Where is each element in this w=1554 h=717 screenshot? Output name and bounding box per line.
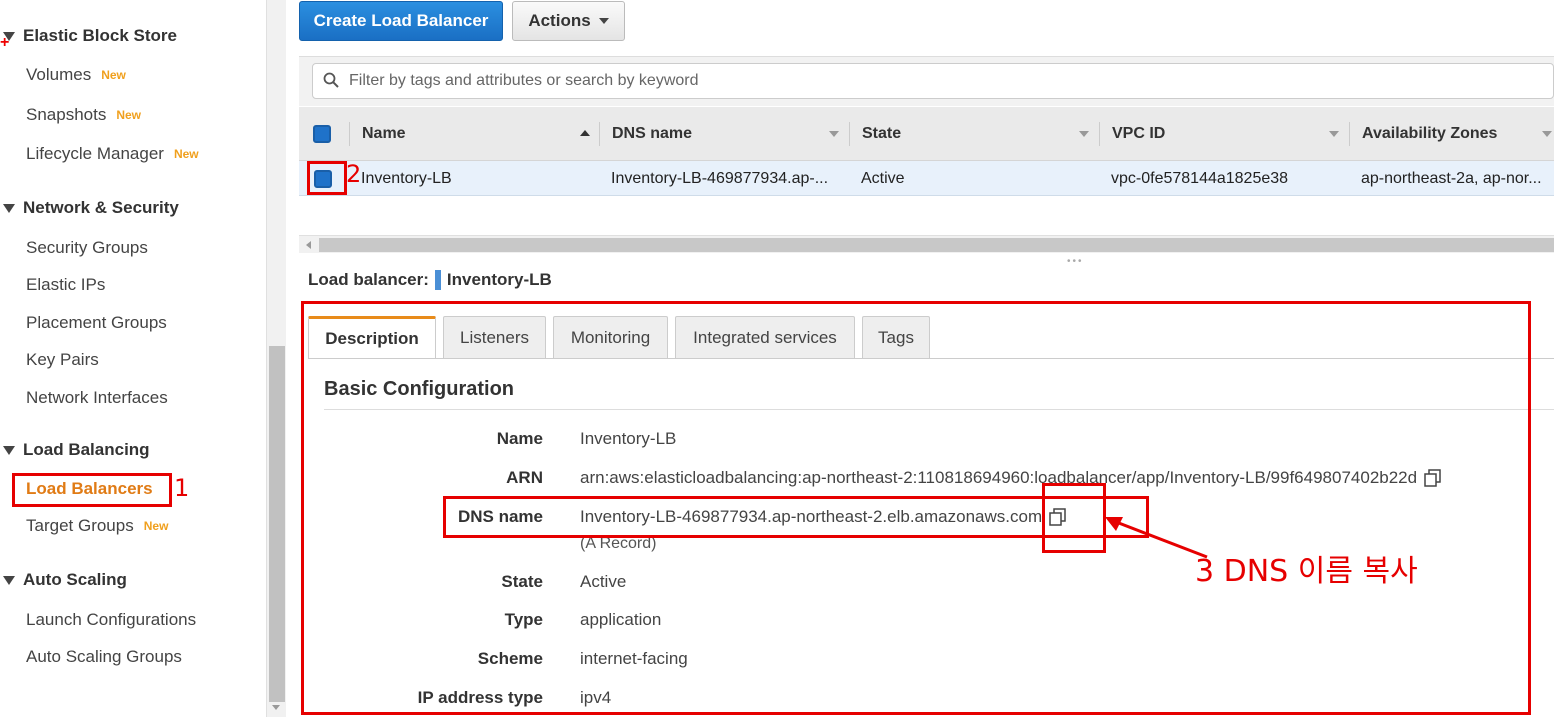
sidebar-item-auto-scaling-groups[interactable]: Auto Scaling Groups — [26, 647, 182, 667]
title-accent-bar — [434, 270, 441, 290]
cell-name: Inventory-LB — [361, 169, 452, 187]
cell-dns-name: Inventory-LB-469877934.ap-... — [611, 169, 829, 187]
sidebar-item-security-groups[interactable]: Security Groups — [26, 238, 148, 258]
collapse-triangle-icon — [3, 203, 15, 213]
actions-dropdown-button[interactable]: Actions — [512, 1, 625, 41]
sidebar-item-label: Network Interfaces — [26, 388, 168, 407]
sidebar-section-label: Load Balancing — [23, 440, 150, 459]
column-divider — [849, 122, 850, 146]
table-row[interactable]: Inventory-LB Inventory-LB-469877934.ap-.… — [299, 161, 1554, 196]
cell-availability-zones: ap-northeast-2a, ap-nor... — [1361, 169, 1542, 187]
column-divider — [1099, 122, 1100, 146]
annotation-box-step2 — [307, 161, 347, 195]
sidebar-item-snapshots[interactable]: Snapshots New — [26, 105, 141, 125]
scroll-left-arrow-icon[interactable] — [306, 241, 311, 249]
scroll-down-arrow-icon[interactable] — [272, 705, 280, 710]
sidebar: + Elastic Block Store Volumes New Snapsh… — [0, 0, 266, 717]
detail-title-prefix: Load balancer: — [308, 270, 429, 289]
sidebar-item-label: Auto Scaling Groups — [26, 647, 182, 666]
collapse-triangle-icon — [3, 31, 15, 41]
sidebar-item-elastic-ips[interactable]: Elastic IPs — [26, 275, 105, 295]
table-horizontal-scrollbar[interactable] — [299, 235, 1554, 253]
sidebar-item-label: Elastic IPs — [26, 275, 106, 294]
annotation-step1-label: 1 — [174, 474, 190, 502]
sidebar-item-volumes[interactable]: Volumes New — [26, 65, 126, 85]
checkbox-checked-icon — [313, 125, 331, 143]
search-input[interactable]: Filter by tags and attributes or search … — [312, 63, 1554, 99]
table-header: Name DNS name State VPC ID Availability … — [299, 107, 1554, 161]
load-balancer-table: Name DNS name State VPC ID Availability … — [299, 107, 1554, 196]
horizontal-scrollbar-thumb[interactable] — [319, 238, 1554, 252]
column-header-state[interactable]: State — [862, 107, 901, 161]
column-divider — [1349, 122, 1350, 146]
sidebar-item-label: Lifecycle Manager — [26, 144, 164, 163]
sidebar-item-lifecycle-manager[interactable]: Lifecycle Manager New — [26, 144, 199, 164]
sidebar-item-label: Volumes — [26, 65, 92, 84]
detail-title: Load balancer: Inventory-LB — [308, 270, 552, 290]
sort-icon[interactable] — [829, 131, 839, 137]
column-divider — [599, 122, 600, 146]
column-header-dns-name[interactable]: DNS name — [612, 107, 692, 161]
new-badge: New — [173, 147, 199, 161]
search-placeholder: Filter by tags and attributes or search … — [349, 72, 699, 89]
sidebar-item-placement-groups[interactable]: Placement Groups — [26, 313, 167, 333]
sidebar-section-load-balancing[interactable]: Load Balancing — [0, 440, 150, 460]
search-icon — [323, 72, 339, 88]
sidebar-scrollbar[interactable] — [266, 0, 286, 717]
new-badge: New — [101, 68, 126, 82]
new-badge: New — [116, 108, 142, 122]
column-header-vpc-id[interactable]: VPC ID — [1112, 107, 1165, 161]
column-divider — [349, 122, 350, 146]
chevron-down-icon — [598, 18, 609, 24]
sidebar-item-label: Key Pairs — [26, 350, 99, 369]
annotation-box-copy-button — [1042, 483, 1106, 553]
sidebar-item-launch-configurations[interactable]: Launch Configurations — [26, 610, 196, 630]
actions-label: Actions — [528, 11, 591, 30]
sidebar-item-label: Snapshots — [26, 105, 107, 124]
filter-bar: Filter by tags and attributes or search … — [299, 56, 1554, 106]
resize-handle-icon[interactable]: ••• — [1067, 256, 1084, 267]
sort-icon[interactable] — [1542, 131, 1552, 137]
sidebar-section-ebs[interactable]: Elastic Block Store — [0, 26, 177, 46]
create-load-balancer-button[interactable]: Create Load Balancer — [299, 1, 503, 41]
sidebar-section-auto-scaling[interactable]: Auto Scaling — [0, 570, 127, 590]
main-panel: Create Load Balancer Actions Filter by t… — [286, 0, 1554, 717]
sidebar-item-label: Target Groups — [26, 516, 134, 535]
sidebar-section-label: Auto Scaling — [23, 570, 127, 589]
sidebar-item-key-pairs[interactable]: Key Pairs — [26, 350, 99, 370]
collapse-triangle-icon — [3, 575, 15, 585]
column-header-availability-zones[interactable]: Availability Zones — [1362, 107, 1497, 161]
sidebar-item-label: Placement Groups — [26, 313, 167, 332]
collapse-triangle-icon — [3, 445, 15, 455]
sidebar-item-label: Security Groups — [26, 238, 148, 257]
sidebar-item-target-groups[interactable]: Target Groups New — [26, 516, 168, 536]
annotation-step2-label: 2 — [346, 160, 362, 188]
annotation-box-step1 — [12, 473, 172, 507]
sidebar-section-network-security[interactable]: Network & Security — [0, 198, 179, 218]
annotation-step3-label: 3 DNS 이름 복사 — [1195, 554, 1418, 589]
sidebar-item-network-interfaces[interactable]: Network Interfaces — [26, 388, 168, 408]
sidebar-scrollbar-thumb[interactable] — [269, 346, 285, 702]
cell-vpc-id: vpc-0fe578144a1825e38 — [1111, 169, 1289, 187]
detail-title-name: Inventory-LB — [446, 270, 552, 289]
sort-icon[interactable] — [1079, 131, 1089, 137]
sidebar-section-label: Elastic Block Store — [23, 26, 178, 45]
new-badge: New — [143, 519, 169, 533]
select-all-checkbox[interactable] — [313, 107, 331, 161]
column-header-name[interactable]: Name — [362, 107, 406, 161]
sort-ascending-icon[interactable] — [580, 130, 590, 136]
sidebar-item-label: Launch Configurations — [26, 610, 197, 629]
sort-icon[interactable] — [1329, 131, 1339, 137]
cell-state: Active — [861, 169, 905, 187]
sidebar-section-label: Network & Security — [23, 198, 179, 217]
